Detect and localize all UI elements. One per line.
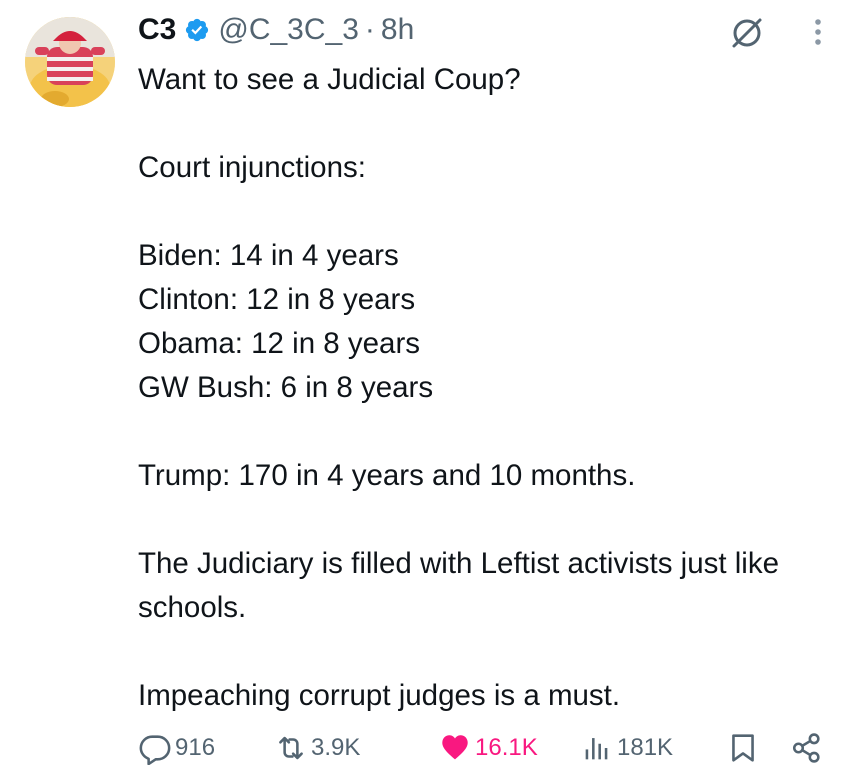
views-chart-icon xyxy=(585,738,608,760)
avatar-image xyxy=(25,17,115,107)
grok-icon[interactable] xyxy=(728,14,766,52)
tweet-paragraph: The Judiciary is filled with Leftist act… xyxy=(138,547,788,624)
more-vertical-icon[interactable] xyxy=(808,14,828,50)
bookmark-button[interactable] xyxy=(728,728,758,768)
like-count: 16.1K xyxy=(475,734,538,761)
repost-icon xyxy=(279,736,303,760)
separator-dot: · xyxy=(364,13,375,46)
post-time[interactable]: 8h xyxy=(381,13,414,47)
tweet-paragraph: Trump: 170 in 4 years and 10 months. xyxy=(138,459,636,492)
share-icon xyxy=(792,733,820,763)
tweet-paragraph: Want to see a Judicial Coup? xyxy=(138,63,521,96)
paragraph-spacer xyxy=(138,630,838,674)
tweet-text: Want to see a Judicial Coup? Court injun… xyxy=(138,58,838,718)
reply-icon xyxy=(139,735,171,765)
author-name[interactable]: C3 xyxy=(138,13,176,47)
paragraph-spacer xyxy=(138,102,838,146)
verified-badge-icon[interactable] xyxy=(184,17,210,43)
tweet-paragraph: Court injunctions: xyxy=(138,151,366,184)
repost-button[interactable]: 3.9K xyxy=(274,728,360,768)
share-button[interactable] xyxy=(790,728,824,768)
reply-count: 916 xyxy=(175,734,216,761)
paragraph-spacer xyxy=(138,410,838,454)
like-button[interactable]: 16.1K xyxy=(438,728,538,768)
views-button[interactable]: 181K xyxy=(580,728,673,768)
reply-button[interactable]: 916 xyxy=(138,728,215,768)
tweet-header: C3 @C_3C_3 · 8h xyxy=(138,10,414,50)
tweet-paragraph: Impeaching corrupt judges is a must. xyxy=(138,679,621,712)
bookmark-icon xyxy=(732,734,754,762)
author-avatar[interactable] xyxy=(25,17,115,107)
repost-count: 3.9K xyxy=(311,734,361,761)
heart-icon xyxy=(442,735,468,760)
tweet-paragraph: Biden: 14 in 4 years Clinton: 12 in 8 ye… xyxy=(138,239,434,404)
tweet[interactable]: C3 @C_3C_3 · 8h Want to see a Judicial C… xyxy=(0,0,864,778)
views-count: 181K xyxy=(617,734,674,761)
paragraph-spacer xyxy=(138,498,838,542)
author-handle[interactable]: @C_3C_3 xyxy=(218,13,359,47)
tweet-actions: 916 3.9K 16.1K 181K xyxy=(138,728,838,768)
paragraph-spacer xyxy=(138,190,838,234)
